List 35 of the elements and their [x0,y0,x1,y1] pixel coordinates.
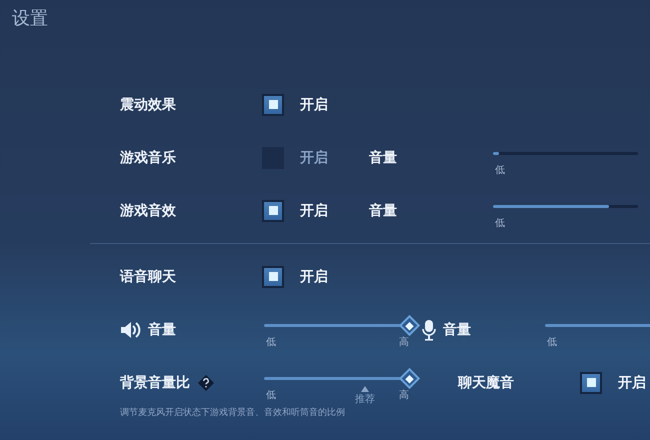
setting-label: 游戏音效 [120,202,176,220]
slider-track[interactable] [264,314,421,336]
setting-label: 背景音量比 [120,374,190,392]
recommend-label: 推荐 [355,392,376,406]
toggle-state-label: 开启 [300,148,328,166]
setting-label: 音量 [369,148,397,166]
page-title: 设置 [12,7,48,30]
toggle-state-label: 开启 [300,202,328,220]
microphone-icon [421,318,437,340]
low-label: 低 [495,216,505,230]
toggle-state-label: 开启 [300,96,328,114]
setting-label: 语音聊天 [120,268,176,286]
low-label: 低 [495,164,505,176]
triangle-icon [361,386,370,392]
hint-text: 调节麦克风开启状态下游戏背景音、音效和听筒音的比例 [120,406,345,419]
low-label: 低 [266,336,276,348]
checkbox[interactable] [262,200,284,222]
slider-track[interactable] [264,368,421,390]
high-label: 高 [399,336,409,348]
checkbox[interactable] [262,94,284,116]
high-label: 高 [399,388,409,402]
toggle-state-label: 开启 [300,268,328,286]
checkbox[interactable] [580,372,602,394]
checkbox[interactable] [262,266,284,288]
setting-label: 音量 [443,320,471,338]
low-label: 低 [547,336,557,348]
speaker-icon [120,320,142,338]
setting-label: 游戏音乐 [120,148,176,166]
low-label: 低 [266,388,276,402]
toggle-state-label: 开启 [618,374,646,392]
setting-label: 音量 [148,320,176,338]
setting-label: 聊天魔音 [458,374,514,392]
setting-label: 震动效果 [120,96,176,114]
setting-label: 音量 [369,202,397,220]
help-icon[interactable] [198,374,214,390]
